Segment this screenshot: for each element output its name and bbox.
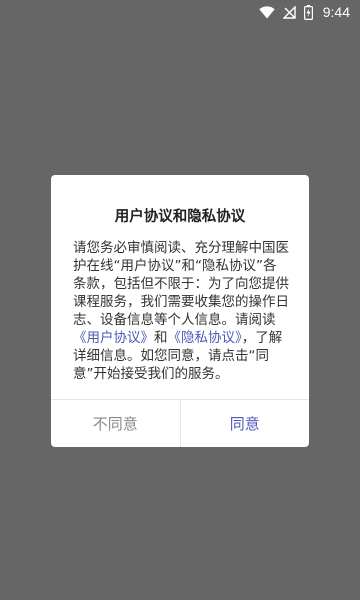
clock-time: 9:44 [322, 4, 350, 20]
body-text-intro: 请您务必审慎阅读、充分理解中国医护在线“用户协议”和“隐私协议”各条款，包括但不… [73, 240, 289, 328]
disagree-button[interactable]: 不同意 [51, 400, 181, 447]
agreement-dialog: 用户协议和隐私协议 请您务必审慎阅读、充分理解中国医护在线“用户协议”和“隐私协… [51, 175, 309, 447]
agree-button[interactable]: 同意 [181, 400, 310, 447]
screen: 9:44 用户协议和隐私协议 请您务必审慎阅读、充分理解中国医护在线“用户协议”… [0, 0, 360, 600]
dialog-body: 请您务必审慎阅读、充分理解中国医护在线“用户协议”和“隐私协议”各条款，包括但不… [73, 239, 289, 383]
user-agreement-link[interactable]: 《用户协议》 [73, 330, 154, 346]
signal-blocked-icon [282, 5, 296, 19]
status-bar: 9:44 [0, 0, 360, 24]
dialog-title: 用户协议和隐私协议 [114, 209, 246, 225]
body-text-and: 和 [154, 330, 168, 346]
privacy-agreement-link[interactable]: 《隐私协议》 [168, 330, 242, 346]
battery-charging-icon [303, 4, 313, 20]
dialog-button-row: 不同意 同意 [51, 399, 309, 447]
wifi-icon [259, 5, 275, 19]
